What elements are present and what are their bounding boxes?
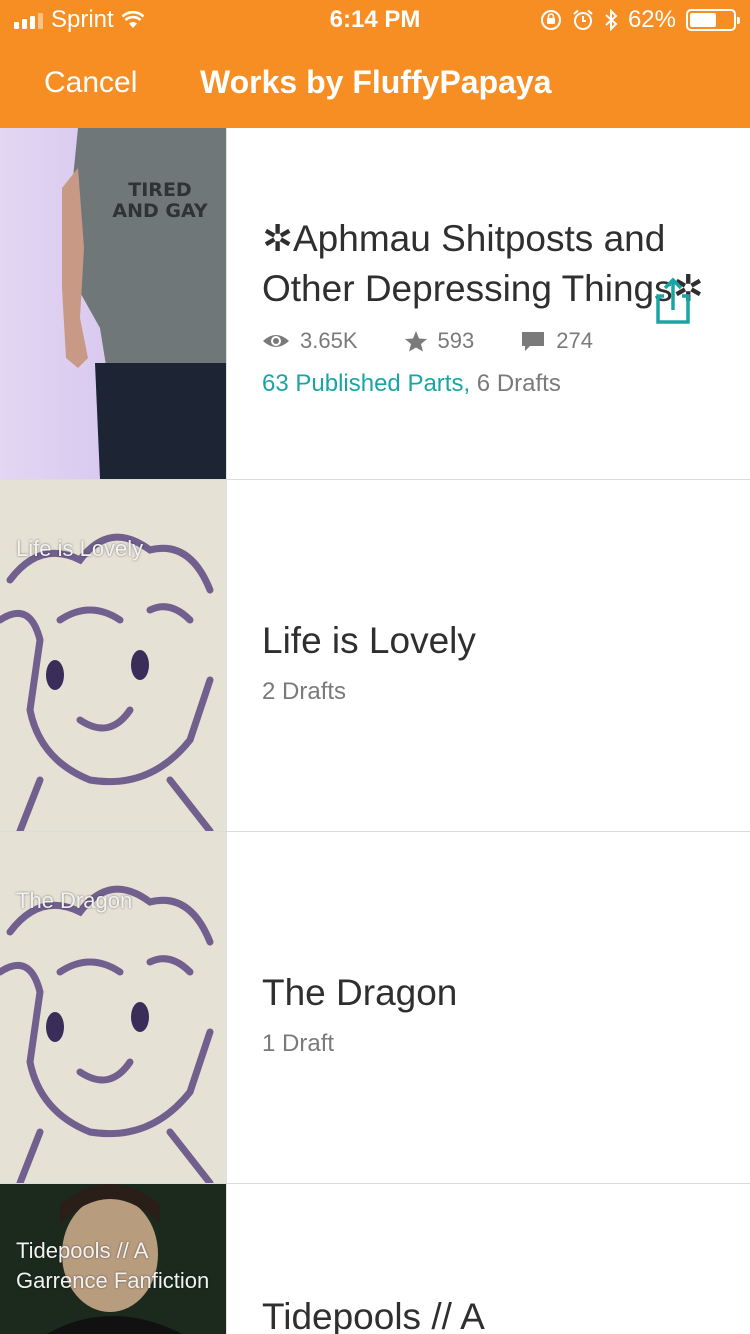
story-row[interactable]: Life is Lovely Life is Lovely 2 Drafts — [0, 480, 750, 832]
story-row[interactable]: TIRED AND GAY ✲Aphmau Shitposts and Othe… — [0, 128, 750, 480]
story-cover[interactable]: Tidepools // A Garrence Fanfiction — [0, 1184, 227, 1334]
share-icon[interactable] — [654, 276, 692, 326]
story-stats: 3.65K 593 274 — [262, 328, 720, 354]
story-info: Tidepools // A — [262, 1292, 720, 1334]
cover-title: Life is Lovely — [16, 536, 144, 561]
drafts-count: 1 Draft — [262, 1030, 335, 1057]
story-cover[interactable]: Life is Lovely — [0, 480, 227, 831]
story-list: TIRED AND GAY ✲Aphmau Shitposts and Othe… — [0, 128, 750, 1334]
cover-sketch — [0, 885, 214, 1183]
comment-icon — [522, 332, 545, 351]
parts-line: 63 Published Parts, 6 Drafts — [262, 370, 720, 398]
published-parts: 63 Published Parts, — [262, 370, 471, 397]
story-info: ✲Aphmau Shitposts and Other Depressing T… — [262, 214, 720, 398]
star-icon — [404, 331, 427, 352]
votes-stat: 593 — [404, 328, 475, 354]
page-title: Works by FluffyPapaya — [200, 64, 552, 100]
story-title[interactable]: ✲Aphmau Shitposts and Other Depressing T… — [262, 214, 720, 314]
battery-icon — [686, 9, 740, 31]
eye-icon — [263, 335, 289, 347]
comments-count: 274 — [556, 328, 593, 353]
nav-bar: Cancel Works by FluffyPapaya — [0, 40, 750, 128]
story-title[interactable]: The Dragon — [262, 968, 720, 1018]
story-title[interactable]: Tidepools // A — [262, 1292, 720, 1334]
alarm-icon — [573, 9, 593, 30]
shirt-text: TIRED AND GAY — [112, 179, 208, 222]
battery-fill — [690, 13, 717, 27]
story-cover[interactable]: TIRED AND GAY — [0, 128, 227, 479]
story-cover[interactable]: The Dragon — [0, 832, 227, 1183]
votes-count: 593 — [437, 328, 475, 353]
drafts-count: 2 Drafts — [262, 678, 347, 705]
story-row[interactable]: Tidepools // A Garrence Fanfiction Tidep… — [0, 1184, 750, 1334]
app-header: Sprint 6:14 PM 62% Cancel Works by Fluff… — [0, 0, 750, 128]
story-info: Life is Lovely 2 Drafts — [262, 616, 720, 706]
cancel-button[interactable]: Cancel — [44, 66, 137, 100]
cover-title: The Dragon — [16, 888, 133, 913]
rotation-lock-icon — [540, 10, 561, 30]
story-title[interactable]: Life is Lovely — [262, 616, 720, 666]
status-right: 62% — [540, 6, 740, 34]
views-count: 3.65K — [300, 328, 358, 353]
views-stat: 3.65K — [262, 328, 358, 354]
story-row[interactable]: The Dragon The Dragon 1 Draft — [0, 832, 750, 1184]
cover-sketch — [0, 533, 214, 831]
story-info: The Dragon 1 Draft — [262, 968, 720, 1058]
drafts-count: 6 Drafts — [476, 370, 561, 397]
battery-percent: 62% — [627, 6, 676, 33]
comments-stat: 274 — [520, 328, 593, 354]
status-bar: Sprint 6:14 PM 62% — [0, 0, 750, 40]
bluetooth-icon — [605, 9, 618, 31]
cover-title: Tidepools // A Garrence Fanfiction — [16, 1238, 210, 1293]
